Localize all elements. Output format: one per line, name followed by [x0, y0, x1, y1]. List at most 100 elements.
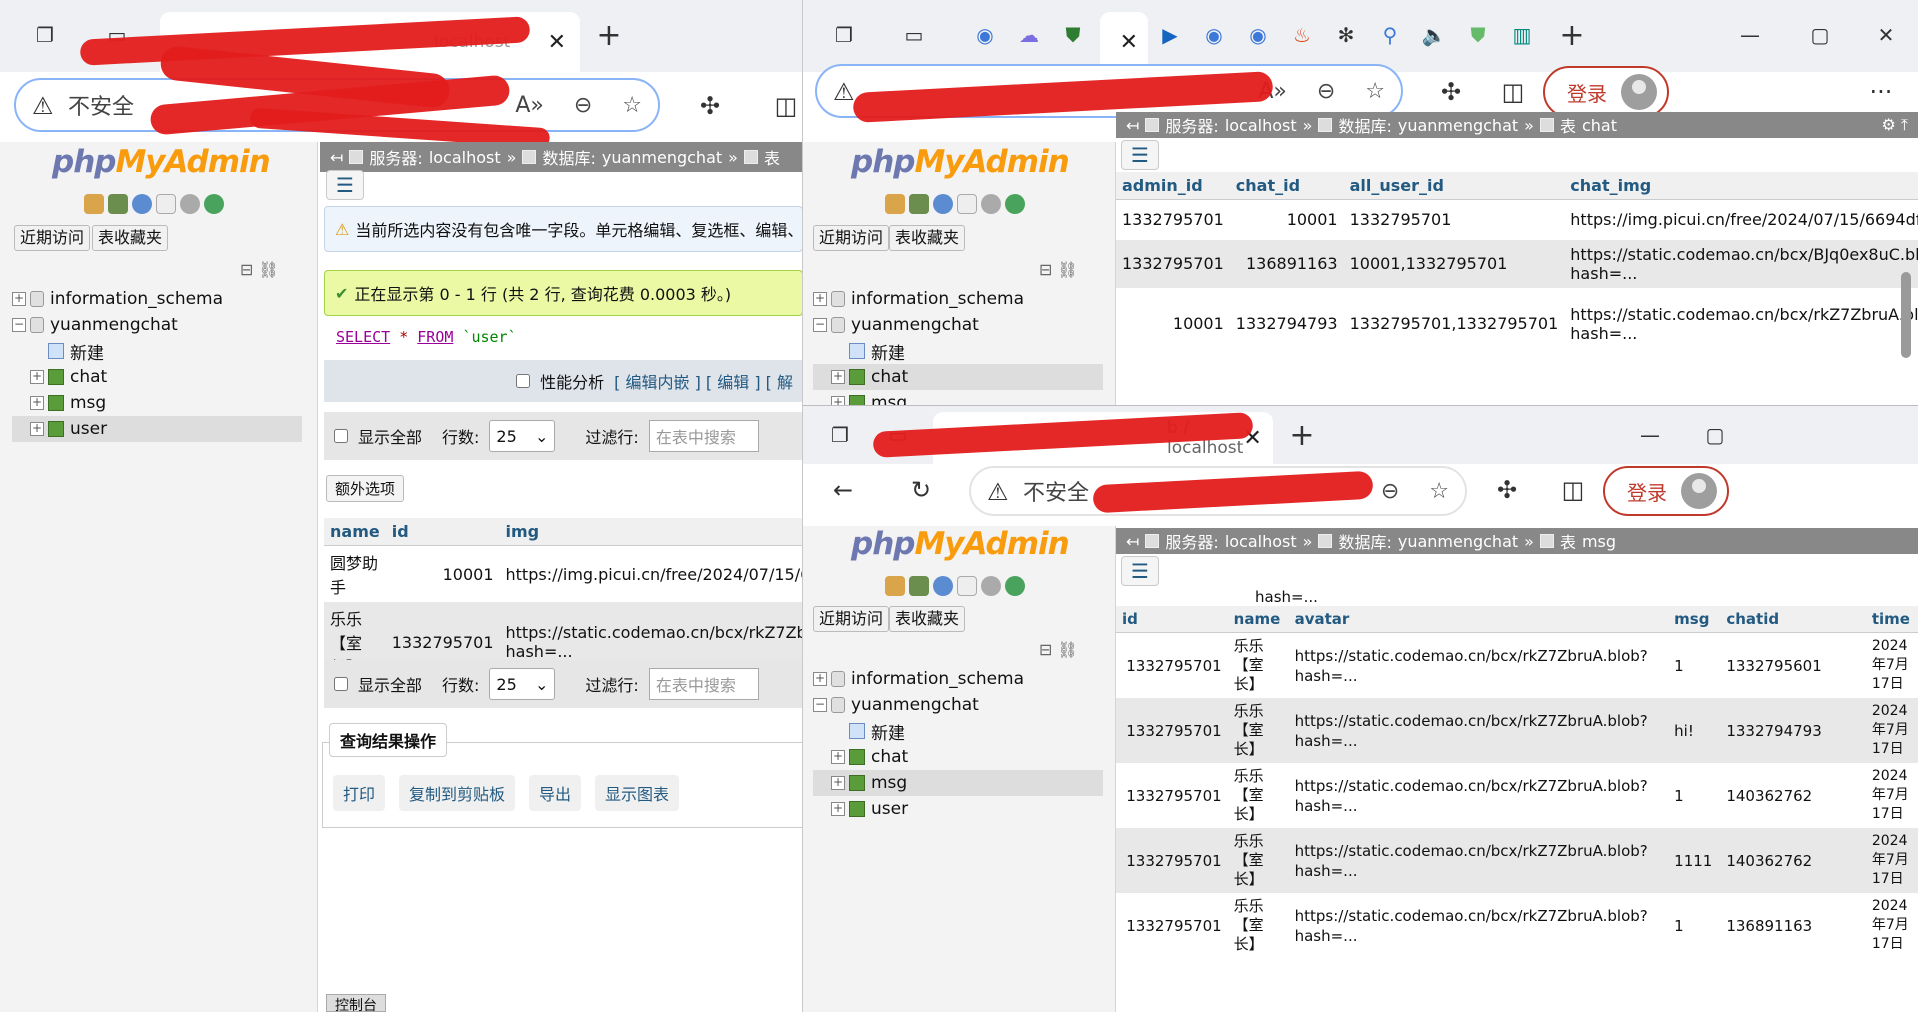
tree-item-information-schema[interactable]: + information_schema: [813, 286, 1103, 312]
workspaces-icon[interactable]: ❐: [28, 18, 62, 52]
tree-item-information-schema[interactable]: + information_schema: [12, 286, 302, 312]
menu-hamburger-icon[interactable]: ☰: [1121, 140, 1159, 170]
filter-input[interactable]: 在表中搜索: [648, 668, 759, 700]
tree-item-user[interactable]: + user: [12, 416, 302, 442]
maximize-icon[interactable]: ▢: [1698, 418, 1732, 452]
logout-icon[interactable]: [909, 576, 929, 596]
openai-tab-icon[interactable]: ✻: [1329, 18, 1363, 52]
favorite-star-icon[interactable]: ☆: [622, 93, 642, 118]
tree-item-yuanmengchat[interactable]: − yuanmengchat: [813, 692, 1103, 718]
shield-tab-icon[interactable]: ⛊: [1056, 18, 1090, 52]
workspaces-icon[interactable]: ❐: [823, 418, 857, 452]
audio-tab-icon[interactable]: 🔈: [1417, 18, 1451, 52]
col-name[interactable]: name: [324, 518, 386, 546]
zoom-out-icon[interactable]: ⊖: [574, 93, 592, 118]
reload-icon[interactable]: [204, 194, 224, 214]
login-button[interactable]: 登录: [1603, 466, 1729, 516]
col-chat-id[interactable]: chat_id: [1229, 172, 1344, 200]
recent-button[interactable]: 近期访问: [813, 225, 890, 251]
tree-item-msg[interactable]: + msg: [12, 390, 302, 416]
zoom-out-icon[interactable]: ⊖: [1317, 79, 1335, 104]
collapse-link-icons[interactable]: ⊟ ⛓: [1039, 260, 1078, 279]
split-screen-icon[interactable]: ◫: [768, 88, 802, 124]
tree-item-new[interactable]: 新建: [12, 338, 302, 364]
collapse-link-icons[interactable]: ⊟ ⛓: [1039, 640, 1078, 659]
new-tab-icon[interactable]: +: [592, 18, 626, 53]
home-icon[interactable]: [84, 194, 104, 214]
col-avatar[interactable]: avatar: [1288, 606, 1669, 633]
display-chart-button[interactable]: 显示图表: [595, 775, 680, 811]
edit-links[interactable]: [ 编辑内嵌 ] [ 编辑 ] [ 解: [614, 369, 793, 393]
help-icon[interactable]: [132, 194, 152, 214]
favorites-button[interactable]: 表收藏夹: [92, 225, 169, 251]
logout-icon[interactable]: [108, 194, 128, 214]
col-id[interactable]: id: [385, 518, 500, 546]
read-aloud-icon[interactable]: A»: [515, 93, 544, 118]
extensions-icon[interactable]: ✣: [692, 88, 728, 124]
search-tab-icon[interactable]: ⚲: [1373, 18, 1407, 52]
login-button[interactable]: 登录: [1543, 66, 1669, 118]
game-tab-icon[interactable]: ♨: [1285, 18, 1319, 52]
extensions-icon[interactable]: ✣: [1433, 74, 1469, 110]
crumb-server[interactable]: localhost: [429, 148, 501, 167]
rows-select[interactable]: 25 ⌄: [489, 668, 556, 700]
back-arrow-icon[interactable]: ↤: [330, 148, 343, 167]
console-button[interactable]: 控制台: [326, 994, 386, 1012]
col-msg[interactable]: msg: [1668, 606, 1721, 633]
tree-item-user[interactable]: + user: [813, 796, 1103, 822]
more-icon[interactable]: ···: [1863, 74, 1899, 110]
minimize-icon[interactable]: —: [1733, 18, 1767, 52]
show-all-checkbox[interactable]: [334, 677, 348, 691]
export-button[interactable]: 导出: [529, 775, 582, 811]
extensions-icon[interactable]: ✣: [1489, 472, 1525, 508]
close-window-icon[interactable]: ✕: [1869, 18, 1903, 52]
phpmyadmin-logo[interactable]: phpMyAdmin: [851, 144, 1070, 180]
split-screen-icon[interactable]: ◫: [1555, 472, 1591, 508]
vertical-scrollbar[interactable]: [1901, 272, 1911, 358]
phpmyadmin-logo[interactable]: phpMyAdmin: [52, 144, 271, 180]
tree-item-yuanmengchat[interactable]: − yuanmengchat: [12, 312, 302, 338]
col-chat-img[interactable]: chat_img: [1564, 172, 1918, 200]
settings-icon[interactable]: [981, 194, 1001, 214]
recent-button[interactable]: 近期访问: [14, 225, 91, 251]
help-icon[interactable]: [933, 194, 953, 214]
favorite-star-icon[interactable]: ☆: [1429, 479, 1449, 504]
menu-hamburger-icon[interactable]: ☰: [1121, 556, 1159, 586]
extra-options-button[interactable]: 额外选项: [326, 475, 405, 502]
board-tab-icon[interactable]: ▥: [1505, 18, 1539, 52]
recent-button[interactable]: 近期访问: [813, 606, 890, 632]
maximize-icon[interactable]: ▢: [1803, 18, 1837, 52]
minimize-icon[interactable]: —: [1633, 418, 1667, 452]
favorites-button[interactable]: 表收藏夹: [889, 225, 966, 251]
col-admin-id[interactable]: admin_id: [1116, 172, 1230, 200]
tree-item-chat[interactable]: + chat: [813, 364, 1103, 390]
split-screen-icon[interactable]: ◫: [1495, 74, 1531, 110]
home-icon[interactable]: [885, 194, 905, 214]
refresh-icon[interactable]: ↻: [903, 472, 939, 508]
new-tab-icon[interactable]: +: [1285, 418, 1319, 453]
tree-item-information-schema[interactable]: + information_schema: [813, 666, 1103, 692]
phpmyadmin-logo[interactable]: phpMyAdmin: [851, 526, 1070, 562]
col-all-user-id[interactable]: all_user_id: [1343, 172, 1565, 200]
tree-item-msg[interactable]: + msg: [813, 390, 1103, 405]
new-tab-icon[interactable]: +: [1555, 18, 1589, 53]
shield-tab-icon[interactable]: ⛊: [1461, 18, 1495, 52]
print-button[interactable]: 打印: [333, 775, 386, 811]
menu-hamburger-icon[interactable]: ☰: [326, 170, 364, 200]
rows-select[interactable]: 25 ⌄: [489, 420, 556, 452]
favorite-star-icon[interactable]: ☆: [1365, 79, 1385, 104]
col-img[interactable]: img: [499, 518, 802, 546]
back-arrow-icon[interactable]: ↤: [1126, 116, 1139, 135]
back-arrow-icon[interactable]: ↤: [1126, 532, 1139, 551]
docs-icon[interactable]: [156, 194, 176, 214]
crumb-db[interactable]: yuanmengchat: [602, 148, 722, 167]
logout-icon[interactable]: [909, 194, 929, 214]
help-icon[interactable]: [933, 576, 953, 596]
workspaces-icon[interactable]: ❐: [827, 18, 861, 52]
filter-input[interactable]: 在表中搜索: [648, 420, 759, 452]
active-tab[interactable]: ✕: [1100, 12, 1148, 72]
col-time[interactable]: time: [1865, 606, 1918, 633]
tree-item-yuanmengchat[interactable]: − yuanmengchat: [813, 312, 1103, 338]
back-icon[interactable]: ←: [825, 472, 861, 508]
home-icon[interactable]: [885, 576, 905, 596]
